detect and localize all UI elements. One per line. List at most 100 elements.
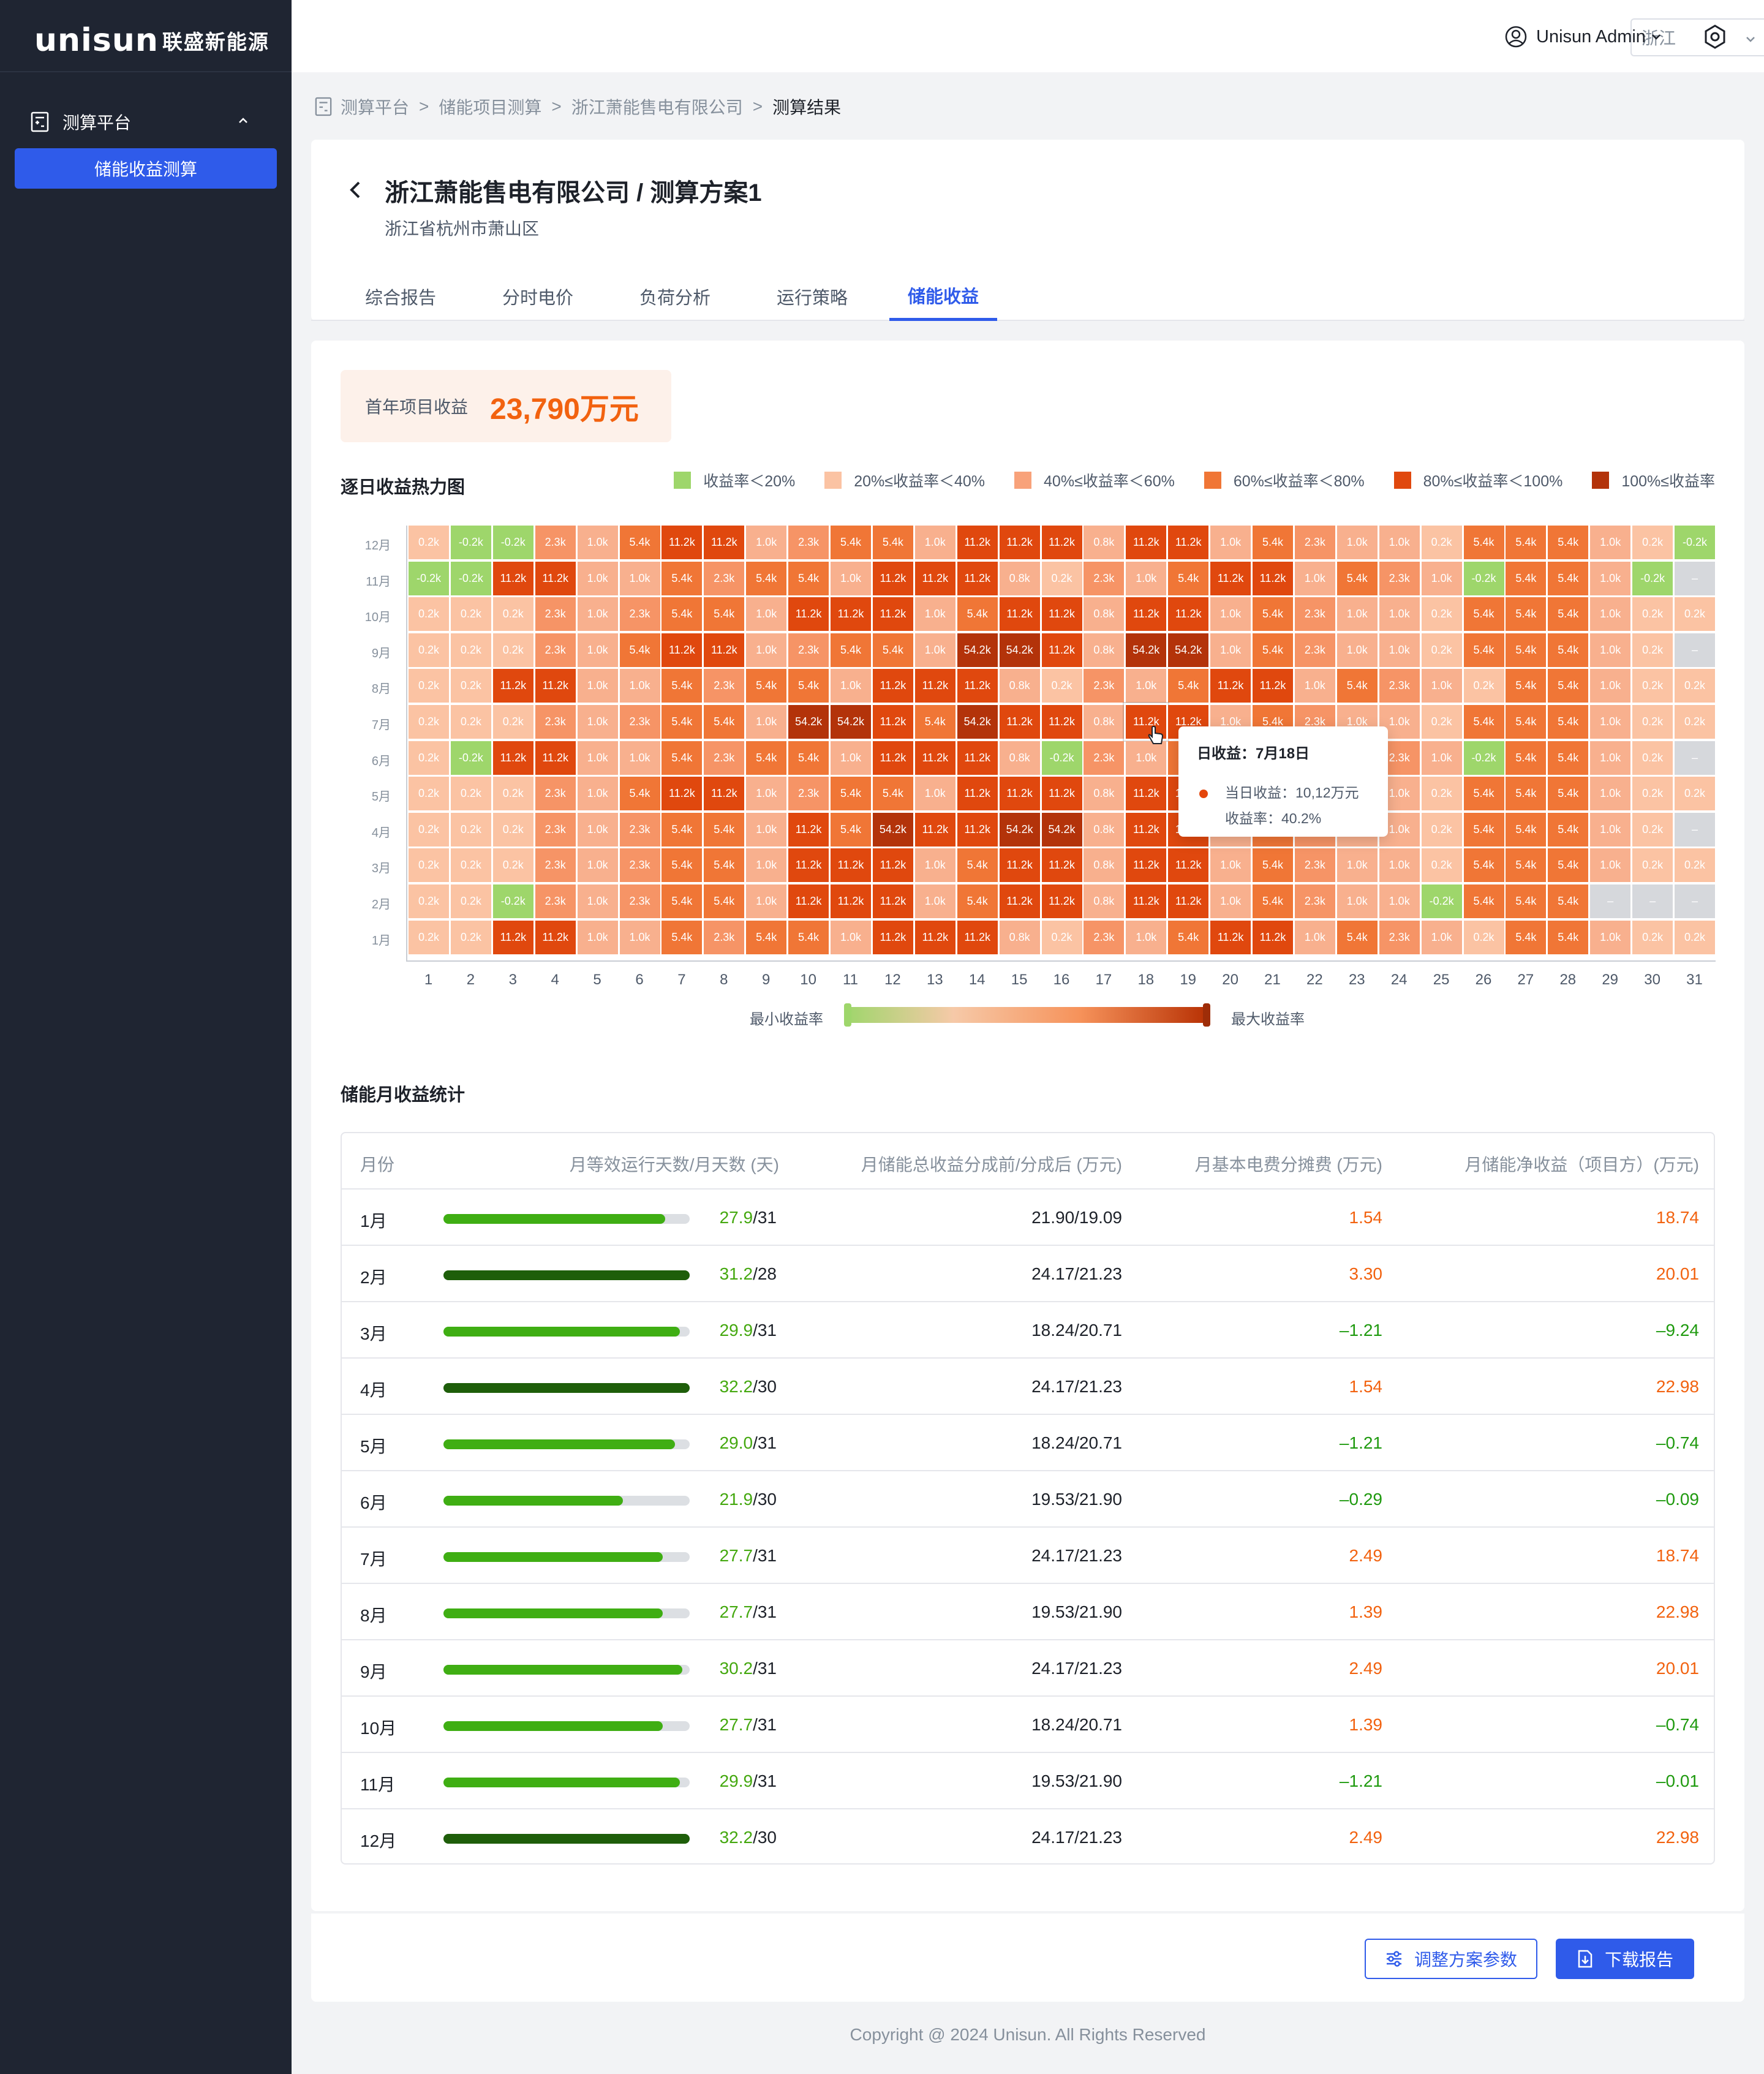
breadcrumb-item[interactable]: 储能项目测算	[439, 94, 541, 119]
heatmap-cell[interactable]: 5.4k	[1506, 669, 1547, 703]
heatmap-cell[interactable]: 2.3k	[619, 597, 660, 632]
heatmap-cell[interactable]: 0.8k	[1084, 526, 1125, 559]
sidebar-group-calc-platform[interactable]: 测算平台	[31, 108, 263, 136]
heatmap-cell[interactable]: 11.2k	[1041, 526, 1082, 559]
heatmap-cell[interactable]: 1.0k	[1590, 669, 1631, 703]
heatmap-cell[interactable]: 1.0k	[577, 526, 618, 559]
heatmap-cell[interactable]: 5.4k	[1506, 597, 1547, 632]
heatmap-cell[interactable]: 2.3k	[619, 884, 660, 918]
heatmap-cell[interactable]: 0.2k	[450, 920, 491, 954]
heatmap-cell[interactable]: 2.3k	[535, 705, 576, 739]
heatmap-cell[interactable]: 11.2k	[999, 526, 1040, 559]
heatmap-cell[interactable]: 1.0k	[914, 597, 956, 632]
heatmap-cell[interactable]: -0.2k	[1041, 741, 1082, 775]
heatmap-cell[interactable]: 0.2k	[1463, 920, 1504, 954]
tab-tou-price[interactable]: 分时电价	[485, 272, 590, 321]
heatmap-cell[interactable]: 2.3k	[535, 884, 576, 918]
heatmap-cell[interactable]: 0.2k	[1632, 920, 1673, 954]
heatmap-cell[interactable]: 2.3k	[1084, 561, 1125, 595]
heatmap-cell[interactable]: 1.0k	[1294, 561, 1335, 595]
heatmap-cell[interactable]: 11.2k	[831, 597, 871, 632]
heatmap-cell[interactable]: 11.2k	[492, 741, 533, 775]
heatmap-cell[interactable]: 0.8k	[999, 669, 1040, 703]
heatmap-cell[interactable]: 54.2k	[999, 812, 1040, 847]
heatmap-cell[interactable]: 5.4k	[831, 633, 871, 667]
heatmap-cell[interactable]: 5.4k	[1463, 526, 1504, 559]
heatmap-cell[interactable]: 11.2k	[872, 848, 913, 883]
heatmap-cell[interactable]: 5.4k	[1506, 526, 1547, 559]
heatmap-cell[interactable]: 1.0k	[831, 561, 871, 595]
heatmap-cell[interactable]: 11.2k	[914, 669, 956, 703]
heatmap-cell[interactable]: 1.0k	[746, 884, 787, 918]
heatmap-cell[interactable]: 11.2k	[872, 920, 913, 954]
heatmap-cell[interactable]: 0.8k	[1084, 777, 1125, 811]
heatmap-cell[interactable]: 0.2k	[409, 526, 449, 559]
heatmap-cell[interactable]: 1.0k	[746, 777, 787, 811]
heatmap-cell[interactable]: 1.0k	[1590, 812, 1631, 847]
heatmap-cell[interactable]: 5.4k	[1548, 633, 1589, 667]
heatmap-cell[interactable]: 11.2k	[957, 561, 998, 595]
tab-storage-revenue[interactable]: 储能收益	[889, 272, 997, 321]
heatmap-cell[interactable]: 0.2k	[1675, 777, 1715, 811]
heatmap-cell[interactable]: 11.2k	[1253, 561, 1293, 595]
heatmap-cell[interactable]: 1.0k	[577, 920, 618, 954]
heatmap-cell[interactable]: 1.0k	[1210, 884, 1251, 918]
heatmap-cell[interactable]: 0.2k	[1041, 561, 1082, 595]
breadcrumb-item[interactable]: 浙江萧能售电有限公司	[571, 94, 743, 119]
heatmap-cell[interactable]: 0.2k	[450, 705, 491, 739]
heatmap-cell[interactable]: 5.4k	[1336, 561, 1378, 595]
heatmap-cell[interactable]: 0.2k	[1675, 705, 1715, 739]
heatmap-cell[interactable]: 5.4k	[1506, 741, 1547, 775]
scale-min-handle[interactable]	[844, 1003, 851, 1027]
heatmap-cell[interactable]: 1.0k	[619, 561, 660, 595]
heatmap-cell[interactable]: 1.0k	[577, 741, 618, 775]
heatmap-cell[interactable]: 0.2k	[409, 741, 449, 775]
heatmap-cell[interactable]: 0.2k	[1632, 669, 1673, 703]
heatmap-cell[interactable]: 0.8k	[1084, 812, 1125, 847]
heatmap-cell[interactable]: 1.0k	[577, 848, 618, 883]
heatmap-cell[interactable]: 1.0k	[1336, 884, 1378, 918]
heatmap-cell[interactable]: 11.2k	[1126, 526, 1167, 559]
heatmap-cell[interactable]: –	[1675, 741, 1715, 775]
heatmap-cell[interactable]: 0.2k	[492, 597, 533, 632]
heatmap-cell[interactable]: 5.4k	[872, 777, 913, 811]
heatmap-cell[interactable]: 0.2k	[409, 633, 449, 667]
heatmap-cell[interactable]: 5.4k	[914, 705, 956, 739]
heatmap-cell[interactable]: 1.0k	[746, 526, 787, 559]
heatmap-cell[interactable]: 5.4k	[662, 848, 703, 883]
heatmap-cell[interactable]: 0.2k	[450, 633, 491, 667]
heatmap-cell[interactable]: 1.0k	[914, 526, 956, 559]
heatmap-cell[interactable]: 5.4k	[746, 561, 787, 595]
heatmap-cell[interactable]: 5.4k	[1253, 597, 1293, 632]
heatmap-cell[interactable]: 11.2k	[535, 741, 576, 775]
heatmap-cell[interactable]: 11.2k	[788, 812, 829, 847]
heatmap-cell[interactable]: –	[1675, 633, 1715, 667]
heatmap-cell[interactable]: –	[1590, 884, 1631, 918]
heatmap-cell[interactable]: 11.2k	[704, 777, 745, 811]
heatmap-cell[interactable]: 5.4k	[1506, 633, 1547, 667]
heatmap-cell[interactable]: 5.4k	[1253, 884, 1293, 918]
heatmap-cell[interactable]: 2.3k	[788, 777, 829, 811]
heatmap-cell[interactable]: 0.2k	[1421, 597, 1462, 632]
heatmap-cell[interactable]: 54.2k	[1126, 633, 1167, 667]
heatmap-cell[interactable]: 0.8k	[1084, 705, 1125, 739]
heatmap-cell[interactable]: 11.2k	[999, 884, 1040, 918]
heatmap-cell[interactable]: 11.2k	[492, 561, 533, 595]
heatmap-cell[interactable]: 11.2k	[1126, 812, 1167, 847]
heatmap-cell[interactable]: 11.2k	[704, 526, 745, 559]
heatmap-cell[interactable]: 11.2k	[957, 920, 998, 954]
heatmap-cell[interactable]: 11.2k	[957, 669, 998, 703]
heatmap-cell[interactable]: 5.4k	[872, 526, 913, 559]
heatmap-cell[interactable]: 11.2k	[999, 597, 1040, 632]
heatmap-cell[interactable]: 0.2k	[492, 812, 533, 847]
heatmap-cell[interactable]: 1.0k	[746, 633, 787, 667]
heatmap-cell[interactable]: 1.0k	[1590, 848, 1631, 883]
heatmap-cell[interactable]: 11.2k	[1168, 526, 1209, 559]
heatmap-cell[interactable]: 1.0k	[1126, 920, 1167, 954]
heatmap-cell[interactable]: 5.4k	[619, 526, 660, 559]
heatmap-cell[interactable]: 2.3k	[1084, 741, 1125, 775]
heatmap-cell[interactable]: -0.2k	[450, 526, 491, 559]
heatmap-cell[interactable]: 54.2k	[831, 705, 871, 739]
heatmap-cell[interactable]: 11.2k	[662, 633, 703, 667]
heatmap-cell[interactable]: 2.3k	[535, 812, 576, 847]
